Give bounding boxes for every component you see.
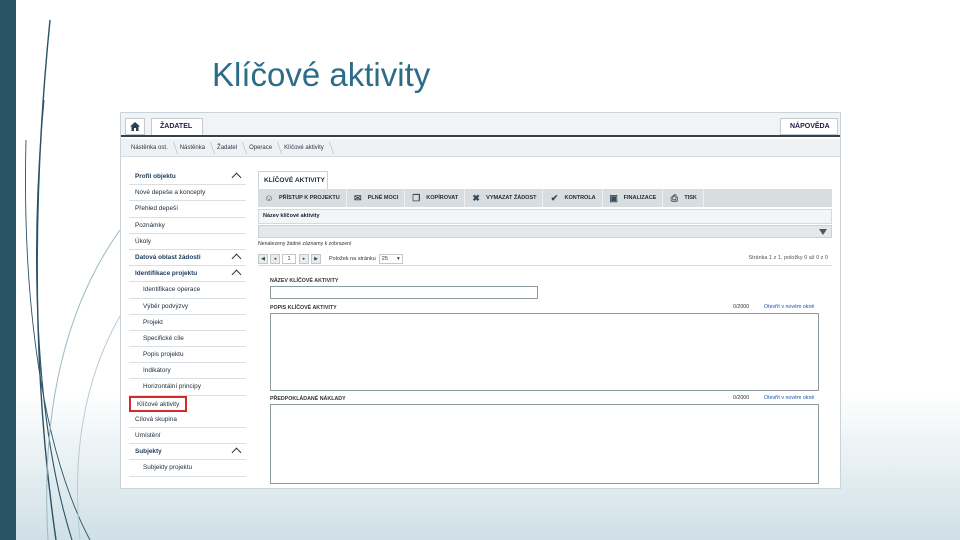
sidebar-item-identifikace-projektu[interactable]: Identifikace projektu bbox=[129, 266, 246, 283]
filter-input[interactable] bbox=[258, 225, 832, 238]
costs-open-link[interactable]: Otevřít v novém okně bbox=[764, 395, 814, 401]
delete-request-button[interactable]: ✖ VYMAZAT ŽÁDOST bbox=[465, 189, 544, 207]
pager-info: Stránka 1 z 1, položky 0 až 0 z 0 bbox=[748, 255, 829, 261]
last-page-button[interactable]: ▶ bbox=[311, 253, 321, 264]
sidebar-item-specificke-cile[interactable]: Specifické cíle bbox=[129, 331, 246, 348]
breadcrumb-item[interactable]: Žadatel bbox=[213, 145, 245, 151]
home-icon bbox=[130, 122, 140, 131]
power-of-attorney-button[interactable]: ✉ PLNÉ MOCI bbox=[347, 189, 406, 207]
description-label: POPIS KLÍČOVÉ AKTIVITY bbox=[270, 305, 337, 311]
costs-counter: 0/2000 bbox=[733, 395, 750, 401]
costs-label: PŘEDPOKLÁDANÉ NÁKLADY bbox=[270, 396, 346, 402]
name-input[interactable] bbox=[270, 286, 538, 299]
home-button[interactable] bbox=[125, 118, 145, 135]
check-button[interactable]: ✔ KONTROLA bbox=[543, 189, 603, 207]
tab-zadatel[interactable]: ŽADATEL bbox=[151, 118, 203, 135]
top-bar: ŽADATEL NÁPOVĚDA bbox=[121, 113, 840, 137]
chevron-up-icon bbox=[231, 172, 242, 183]
next-page-button[interactable]: ▸ bbox=[299, 253, 309, 264]
sidebar-item-prehled-depesi[interactable]: Přehled depeší bbox=[129, 201, 246, 218]
sidebar-item-identifikace-operace[interactable]: Identifikace operace bbox=[129, 282, 246, 299]
mail-icon: ✉ bbox=[353, 192, 362, 203]
sidebar-item-nove-depese[interactable]: Nové depeše a koncepty bbox=[129, 185, 246, 202]
per-page-label: Položek na stránku bbox=[329, 255, 376, 262]
delete-icon: ✖ bbox=[472, 192, 480, 203]
description-textarea[interactable] bbox=[270, 313, 819, 391]
sidebar-nav: Profil objektu Nové depeše a koncepty Př… bbox=[129, 169, 246, 488]
sidebar-item-subjekty-projektu[interactable]: Subjekty projektu bbox=[129, 460, 246, 477]
sidebar-item-umisteni[interactable]: Umístění bbox=[129, 428, 246, 445]
sidebar-item-indikatory[interactable]: Indikátory bbox=[129, 363, 246, 380]
name-label: NÁZEV KLÍČOVÉ AKTIVITY bbox=[270, 278, 339, 284]
people-icon: ☺ bbox=[264, 193, 274, 203]
pager: ◀ ◂ 1 ▸ ▶ Položek na stránku 25 ▾ Stránka… bbox=[258, 252, 832, 266]
slide-title: Klíčové aktivity bbox=[212, 56, 431, 93]
access-button[interactable]: ☺ PŘÍSTUP K PROJEKTU bbox=[258, 189, 347, 207]
help-button[interactable]: NÁPOVĚDA bbox=[780, 118, 838, 135]
prev-page-button[interactable]: ◂ bbox=[270, 253, 280, 264]
copy-button[interactable]: ❐ KOPÍROVAT bbox=[405, 189, 466, 207]
chevron-up-icon bbox=[231, 253, 242, 264]
breadcrumb-item[interactable]: Nástěnka ost. bbox=[127, 145, 176, 151]
sidebar-item-vyber-podvyzvy[interactable]: Výběr podvýzvy bbox=[129, 299, 246, 315]
description-open-link[interactable]: Otevřít v novém okně bbox=[764, 304, 814, 310]
page-number[interactable]: 1 bbox=[282, 253, 296, 264]
sidebar-item-projekt[interactable]: Projekt bbox=[129, 315, 246, 331]
table-header[interactable]: Název klíčové aktivity bbox=[258, 209, 832, 224]
sidebar-item-datova-oblast[interactable]: Datová oblast žádosti bbox=[129, 250, 246, 267]
sidebar-item-popis-projektu[interactable]: Popis projektu bbox=[129, 347, 246, 364]
empty-table-note: Nenalezeny žádné záznamy k zobrazení bbox=[258, 241, 352, 247]
first-page-button[interactable]: ◀ bbox=[258, 253, 268, 264]
copy-icon: ❐ bbox=[412, 192, 421, 203]
application-screenshot: ŽADATEL NÁPOVĚDA Nástěnka ost. Nástěnka … bbox=[120, 112, 841, 489]
sidebar-item-subjekty[interactable]: Subjekty bbox=[129, 444, 246, 461]
lock-icon: ▣ bbox=[609, 192, 618, 203]
breadcrumb-item[interactable]: Operace bbox=[245, 145, 280, 151]
sidebar-item-klicove-aktivity[interactable]: Klíčové aktivity bbox=[129, 395, 187, 412]
breadcrumb-item[interactable]: Nástěnka bbox=[176, 145, 213, 151]
costs-textarea[interactable] bbox=[270, 404, 819, 484]
sidebar-item-horizontalni-principy[interactable]: Horizontální principy bbox=[129, 379, 246, 396]
per-page-select[interactable]: 25 ▾ bbox=[378, 253, 403, 264]
decorative-curves bbox=[25, 19, 131, 540]
sidebar-item-profil-objektu[interactable]: Profil objektu bbox=[129, 169, 246, 186]
print-icon: ⎙ bbox=[670, 192, 678, 203]
toolbar: ☺ PŘÍSTUP K PROJEKTU ✉ PLNÉ MOCI ❐ KOPÍROVA… bbox=[258, 189, 832, 207]
check-icon: ✔ bbox=[550, 192, 559, 203]
description-counter: 0/2000 bbox=[733, 304, 750, 310]
filter-icon[interactable] bbox=[819, 229, 827, 235]
print-button[interactable]: ⎙ TISK bbox=[663, 189, 704, 207]
tab-klicove-aktivity[interactable]: KLÍČOVÉ AKTIVITY bbox=[258, 171, 328, 189]
breadcrumb: Nástěnka ost. Nástěnka Žadatel Operace K… bbox=[121, 139, 840, 157]
sidebar-item-poznamky[interactable]: Poznámky bbox=[129, 218, 246, 234]
chevron-up-icon bbox=[231, 447, 242, 458]
sidebar-item-cilova-skupina[interactable]: Cílová skupina bbox=[129, 412, 246, 428]
chevron-up-icon bbox=[231, 269, 242, 280]
finalize-button[interactable]: ▣ FINALIZACE bbox=[603, 189, 664, 207]
breadcrumb-item: Klíčové aktivity bbox=[280, 145, 332, 151]
chevron-down-icon: ▾ bbox=[397, 255, 400, 262]
sidebar-item-ukoly[interactable]: Úkoly bbox=[129, 234, 246, 250]
